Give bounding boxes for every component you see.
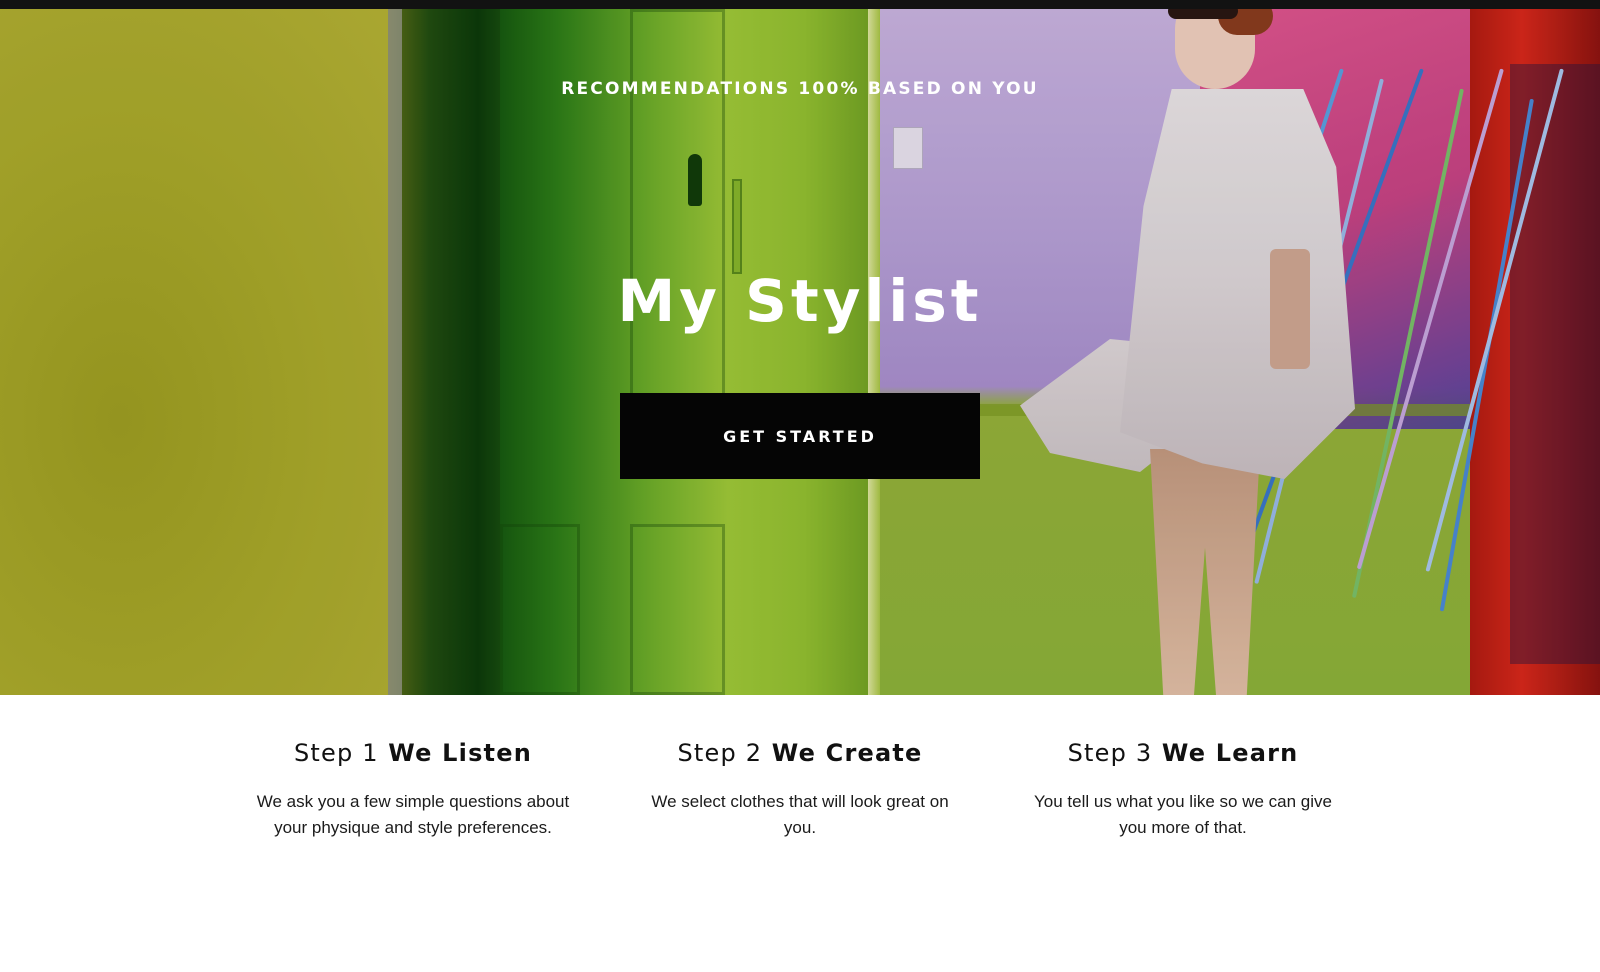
step-learn: Step 3 We Learn You tell us what you lik… (1013, 739, 1353, 841)
step-description: You tell us what you like so we can give… (1034, 792, 1332, 837)
step-number: Step 3 (1067, 739, 1153, 767)
step-number: Step 1 (293, 739, 379, 767)
step-name: We Listen (388, 739, 532, 767)
hero-background-image (0, 9, 1600, 695)
top-bar (0, 0, 1600, 9)
step-heading: Step 2 We Create (630, 739, 970, 767)
hero-tagline: RECOMMENDATIONS 100% BASED ON YOU (561, 79, 1039, 99)
hero-section: RECOMMENDATIONS 100% BASED ON YOU My Sty… (0, 9, 1600, 695)
step-name: We Learn (1161, 739, 1299, 767)
step-name: We Create (771, 739, 923, 767)
page: RECOMMENDATIONS 100% BASED ON YOU My Sty… (0, 0, 1600, 972)
step-listen: Step 1 We Listen We ask you a few simple… (243, 739, 583, 841)
step-description: We ask you a few simple questions about … (256, 792, 570, 837)
step-description: We select clothes that will look great o… (651, 792, 949, 837)
page-title: My Stylist (617, 267, 983, 335)
step-create: Step 2 We Create We select clothes that … (630, 739, 970, 841)
steps-section: Step 1 We Listen We ask you a few simple… (0, 695, 1600, 972)
get-started-button[interactable]: GET STARTED (620, 393, 980, 479)
step-number: Step 2 (677, 739, 763, 767)
step-heading: Step 3 We Learn (1013, 739, 1353, 767)
step-heading: Step 1 We Listen (243, 739, 583, 767)
